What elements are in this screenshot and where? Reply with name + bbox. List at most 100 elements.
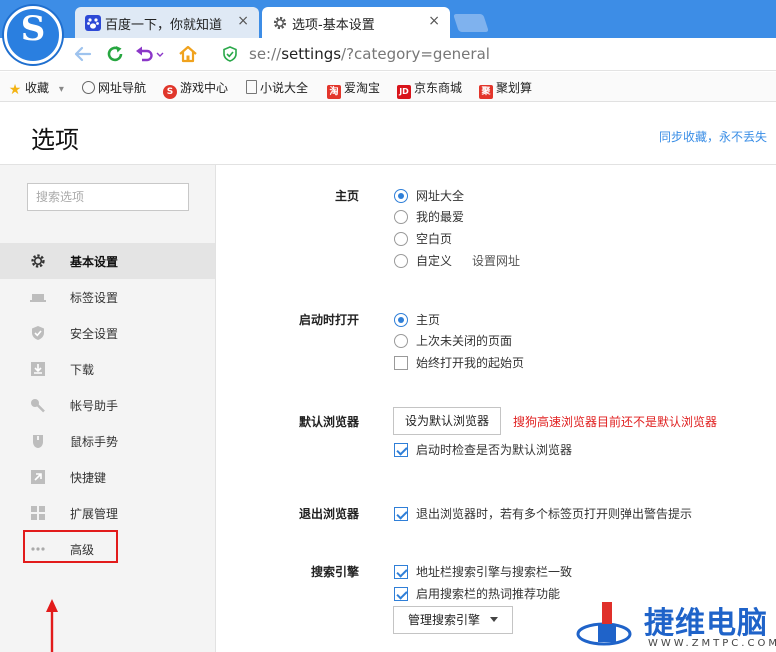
homepage-option-4[interactable]: 自定义 设置网址 <box>394 252 520 270</box>
security-shield-icon[interactable] <box>222 46 238 62</box>
sidebar-item-label: 帐号助手 <box>70 399 119 413</box>
checkbox-checked[interactable] <box>394 587 408 601</box>
sync-link[interactable]: 同步收藏，永不丢失 <box>659 128 767 145</box>
browser-logo[interactable]: S <box>4 6 62 64</box>
bookmark-label: 京东商城 <box>414 81 463 95</box>
undo-icon[interactable] <box>134 43 156 65</box>
close-icon[interactable]: × <box>428 13 440 29</box>
checkbox-checked[interactable] <box>394 507 408 521</box>
option-label: 启动时检查是否为默认浏览器 <box>416 443 573 457</box>
bookmark-games[interactable]: S 游戏中心 <box>163 79 229 99</box>
sidebar-item-extensions[interactable]: 扩展管理 <box>0 495 215 531</box>
set-default-browser-button[interactable]: 设为默认浏览器 <box>393 407 501 435</box>
baidu-paw-icon <box>85 15 101 31</box>
homepage-option-3[interactable]: 空白页 <box>394 230 452 248</box>
url-host: settings <box>281 45 342 63</box>
option-label: 启用搜索栏的热词推荐功能 <box>416 587 561 601</box>
bookmarks-bar: ★ 收藏 ▾ 网址导航 S 游戏中心 小说大全 淘爱淘宝 JD 京东商城 聚聚划算 <box>0 72 776 102</box>
radio[interactable] <box>394 232 408 246</box>
sidebar-item-label: 扩展管理 <box>70 507 119 521</box>
homepage-option-1[interactable]: 网址大全 <box>394 187 464 205</box>
chevron-down-icon: ▾ <box>58 84 64 95</box>
bookmark-favorites[interactable]: ★ 收藏 ▾ <box>8 79 64 98</box>
exit-warning-option[interactable]: 退出浏览器时，若有多个标签页打开则弹出警告提示 <box>394 505 692 523</box>
refresh-icon[interactable] <box>104 43 126 65</box>
bookmark-novels[interactable]: 小说大全 <box>246 79 308 95</box>
sidebar-item-mouse-gesture[interactable]: 鼠标手势 <box>0 423 215 459</box>
radio[interactable] <box>394 210 408 224</box>
page-icon <box>246 80 257 94</box>
homepage-option-2[interactable]: 我的最爱 <box>394 208 464 226</box>
close-icon[interactable]: × <box>237 13 249 29</box>
sidebar-item-shortcuts[interactable]: 快捷键 <box>0 459 215 495</box>
search-input[interactable] <box>28 184 188 210</box>
home-icon[interactable] <box>177 43 199 65</box>
radio[interactable] <box>394 334 408 348</box>
bookmark-label: 爱淘宝 <box>344 81 381 95</box>
watermark-logo-icon <box>576 602 632 646</box>
checkbox-checked[interactable] <box>394 565 408 579</box>
watermark-url: WWW.ZMTPC.COM <box>648 638 776 649</box>
chevron-down-icon[interactable] <box>154 43 166 65</box>
sidebar-item-basic[interactable]: 基本设置 <box>0 243 215 279</box>
watermark: 捷维电脑 WWW.ZMTPC.COM <box>576 598 776 652</box>
bookmark-label: 网址导航 <box>98 81 147 95</box>
back-icon[interactable] <box>72 43 94 65</box>
bookmark-juhuasuan[interactable]: 聚聚划算 <box>479 79 533 99</box>
navigation-bar: se://settings/?category=general <box>0 38 776 71</box>
radio-selected[interactable] <box>394 189 408 203</box>
manage-search-engines-dropdown[interactable]: 管理搜索引擎 <box>393 606 513 634</box>
hot-words-option[interactable]: 启用搜索栏的热词推荐功能 <box>394 585 560 603</box>
sidebar-item-label: 标签设置 <box>70 291 119 305</box>
sidebar-item-label: 鼠标手势 <box>70 435 119 449</box>
globe-icon <box>82 81 95 94</box>
search-box <box>27 183 189 211</box>
logo-letter: S <box>20 9 46 49</box>
annotation-highlight-box <box>23 530 118 563</box>
option-label: 空白页 <box>416 232 453 246</box>
set-url-link[interactable]: 设置网址 <box>472 254 520 268</box>
checkbox-checked[interactable] <box>394 443 408 457</box>
bookmark-nav[interactable]: 网址导航 <box>82 79 146 95</box>
sidebar-item-tabs[interactable]: 标签设置 <box>0 279 215 315</box>
search-engine-sync-option[interactable]: 地址栏搜索引擎与搜索栏一致 <box>394 563 572 581</box>
sidebar-item-download[interactable]: 下载 <box>0 351 215 387</box>
tab-settings[interactable]: 选项-基本设置 × <box>262 7 450 38</box>
key-icon <box>31 399 45 413</box>
radio-selected[interactable] <box>394 313 408 327</box>
option-label: 上次未关闭的页面 <box>416 334 513 348</box>
startup-option-1[interactable]: 主页 <box>394 311 440 329</box>
bookmark-label: 聚划算 <box>496 81 533 95</box>
shield-icon <box>32 326 44 340</box>
sidebar-item-account[interactable]: 帐号助手 <box>0 387 215 423</box>
bookmark-label: 游戏中心 <box>180 81 229 95</box>
sidebar-item-label: 快捷键 <box>70 471 107 485</box>
tab-icon <box>30 294 46 302</box>
radio[interactable] <box>394 254 408 268</box>
jd-icon: JD <box>397 85 411 99</box>
shortcut-icon <box>31 470 45 484</box>
sidebar: 基本设置 标签设置 安全设置 下载 帐号助手 鼠标手势 <box>0 164 216 652</box>
check-default-on-start[interactable]: 启动时检查是否为默认浏览器 <box>394 441 572 459</box>
annotation-arrow-icon <box>46 599 58 652</box>
sidebar-item-security[interactable]: 安全设置 <box>0 315 215 351</box>
startup-option-2[interactable]: 上次未关闭的页面 <box>394 332 512 350</box>
option-label: 地址栏搜索引擎与搜索栏一致 <box>416 565 573 579</box>
default-browser-label: 默认浏览器 <box>298 415 359 429</box>
default-browser-warning: 搜狗高速浏览器目前还不是默认浏览器 <box>513 415 718 429</box>
star-icon: ★ <box>8 82 22 98</box>
new-tab-button[interactable] <box>453 14 489 32</box>
option-label: 我的最爱 <box>416 210 465 224</box>
tab-baidu[interactable]: 百度一下，你就知道 × <box>75 7 259 38</box>
always-open-start-page[interactable]: 始终打开我的起始页 <box>394 354 524 372</box>
option-label: 自定义 <box>416 254 453 268</box>
bookmark-taobao[interactable]: 淘爱淘宝 <box>327 79 381 99</box>
dropdown-label: 管理搜索引擎 <box>407 613 480 627</box>
checkbox[interactable] <box>394 356 408 370</box>
address-bar[interactable]: se://settings/?category=general <box>249 45 490 63</box>
exit-browser-label: 退出浏览器 <box>298 507 359 521</box>
watermark-title: 捷维电脑 <box>644 606 768 641</box>
page-title: 选项 <box>31 126 79 154</box>
option-label: 主页 <box>416 313 441 327</box>
bookmark-jd[interactable]: JD 京东商城 <box>397 79 463 99</box>
